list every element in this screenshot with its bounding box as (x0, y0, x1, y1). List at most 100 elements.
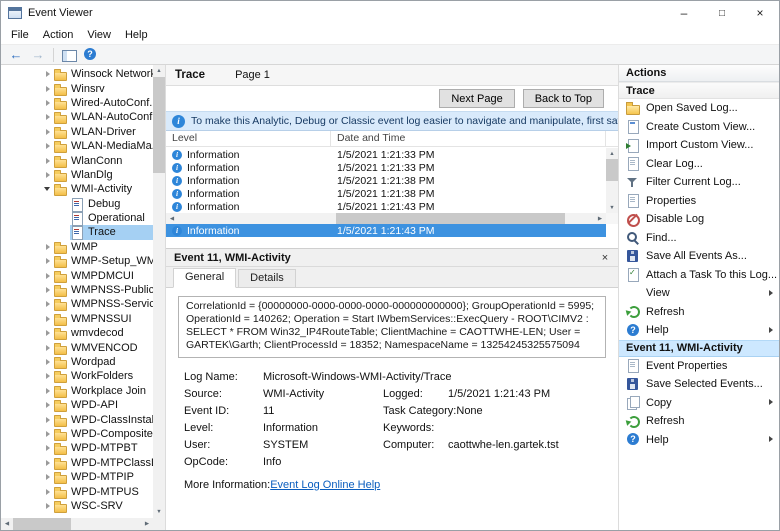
scrollbar-thumb[interactable] (153, 77, 165, 173)
tree-item[interactable]: Debug (1, 197, 153, 211)
expand-arrow-icon[interactable] (43, 184, 53, 194)
scroll-down-icon[interactable] (153, 506, 165, 518)
expand-arrow-icon[interactable] (43, 299, 53, 309)
tree-item[interactable]: WMPDMCUI (1, 268, 153, 282)
scrollbar-thumb[interactable] (13, 518, 71, 530)
action-item[interactable]: Clear Log... (619, 155, 779, 174)
tree-item[interactable]: WPD-MTPIP (1, 470, 153, 484)
expand-arrow-icon[interactable] (43, 501, 53, 511)
expand-arrow-icon[interactable] (43, 357, 53, 367)
expand-arrow-icon[interactable] (43, 271, 53, 281)
event-row[interactable]: Information 1/5/2021 1:21:33 PM (166, 148, 606, 161)
scroll-right-icon[interactable] (594, 213, 606, 224)
expand-arrow-icon[interactable] (43, 343, 53, 353)
expand-arrow-icon[interactable] (43, 242, 53, 252)
expand-arrow-icon[interactable] (43, 400, 53, 410)
scrollbar-thumb[interactable] (606, 159, 618, 181)
tree-item[interactable]: WMPNSSUI (1, 312, 153, 326)
action-item[interactable]: Import Custom View... (619, 136, 779, 155)
tree-vertical-scrollbar[interactable] (153, 65, 165, 518)
tree-item[interactable]: WMPNSS-Servic... (1, 297, 153, 311)
tree-item[interactable]: WLAN-AutoConf... (1, 110, 153, 124)
expand-arrow-icon[interactable] (43, 443, 53, 453)
expand-arrow-icon[interactable] (43, 314, 53, 324)
tree-item[interactable]: WlanDlg (1, 168, 153, 182)
expand-arrow-icon[interactable] (60, 227, 70, 237)
close-pane-icon[interactable]: × (597, 251, 613, 265)
tree-item[interactable]: Workplace Join (1, 384, 153, 398)
list-horizontal-scrollbar[interactable] (166, 213, 606, 224)
tree-item[interactable]: Wordpad (1, 355, 153, 369)
expand-arrow-icon[interactable] (43, 328, 53, 338)
expand-arrow-icon[interactable] (43, 256, 53, 266)
tree-item[interactable]: WLAN-MediaMa... (1, 139, 153, 153)
expand-arrow-icon[interactable] (60, 213, 70, 223)
list-vertical-scrollbar[interactable] (606, 148, 618, 213)
column-header[interactable]: Level (166, 131, 331, 146)
maximize-button[interactable]: □ (703, 1, 741, 25)
scrollbar-track[interactable] (565, 213, 594, 224)
expand-arrow-icon[interactable] (43, 141, 53, 151)
toolbar-button[interactable] (5, 46, 27, 64)
scrollbar-track[interactable] (178, 213, 336, 224)
tree-item[interactable]: WorkFolders (1, 369, 153, 383)
close-button[interactable]: × (741, 1, 779, 25)
scroll-right-icon[interactable] (141, 518, 153, 530)
expand-arrow-icon[interactable] (43, 386, 53, 396)
tree-item[interactable]: Winsrv (1, 81, 153, 95)
action-item[interactable]: Find... (619, 229, 779, 248)
expand-arrow-icon[interactable] (43, 487, 53, 497)
event-row[interactable]: Information 1/5/2021 1:21:43 PM (166, 224, 606, 237)
tree-item[interactable]: WMI-Activity (1, 182, 153, 196)
expand-arrow-icon[interactable] (43, 112, 53, 122)
tree-horizontal-scrollbar[interactable] (1, 518, 153, 530)
scrollbar-thumb[interactable] (336, 213, 565, 224)
tree-item[interactable]: WPD-MTPBT (1, 441, 153, 455)
scroll-up-icon[interactable] (606, 148, 618, 159)
scrollbar-track[interactable] (606, 181, 618, 202)
expand-arrow-icon[interactable] (43, 415, 53, 425)
tree-item[interactable]: WPD-Composite... (1, 427, 153, 441)
column-header[interactable]: Date and Time (331, 131, 606, 146)
action-item[interactable]: Help (619, 431, 779, 450)
scrollbar-track[interactable] (71, 518, 141, 530)
tree-item[interactable]: Winsock Network... (1, 67, 153, 81)
action-item[interactable]: Save All Events As... (619, 247, 779, 266)
menu-item[interactable]: Action (36, 27, 81, 43)
action-item[interactable]: Properties (619, 192, 779, 211)
tree-item[interactable]: WPD-MTPUS (1, 484, 153, 498)
expand-arrow-icon[interactable] (43, 285, 53, 295)
action-item[interactable]: Save Selected Events... (619, 375, 779, 394)
expand-arrow-icon[interactable] (60, 199, 70, 209)
event-log-online-help-link[interactable]: Event Log Online Help (270, 479, 380, 491)
expand-arrow-icon[interactable] (43, 429, 53, 439)
event-row[interactable]: Information 1/5/2021 1:21:43 PM (166, 200, 606, 213)
expand-arrow-icon[interactable] (43, 472, 53, 482)
tree-item[interactable]: WPD-ClassInstal... (1, 412, 153, 426)
expand-arrow-icon[interactable] (43, 98, 53, 108)
tree-item[interactable]: WPD-API (1, 398, 153, 412)
tree-item[interactable]: WPD-MTPClassD... (1, 456, 153, 470)
scrollbar-track[interactable] (153, 173, 165, 506)
event-row[interactable]: Information 1/5/2021 1:21:38 PM (166, 187, 606, 200)
tree-item[interactable]: WLAN-Driver (1, 125, 153, 139)
action-item[interactable]: Event Properties (619, 357, 779, 376)
event-description[interactable]: CorrelationId = {00000000-0000-0000-0000… (178, 296, 606, 358)
menu-item[interactable]: Help (118, 27, 155, 43)
toolbar-button[interactable] (80, 46, 102, 64)
next-page-button[interactable]: Next Page (439, 89, 514, 108)
expand-arrow-icon[interactable] (43, 69, 53, 79)
tree-item[interactable]: WSC-SRV (1, 499, 153, 513)
minimize-button[interactable]: – (665, 1, 703, 25)
expand-arrow-icon[interactable] (43, 458, 53, 468)
expand-arrow-icon[interactable] (43, 156, 53, 166)
action-item[interactable]: Copy (619, 394, 779, 413)
tree-item[interactable]: WlanConn (1, 153, 153, 167)
scroll-up-icon[interactable] (153, 65, 165, 77)
action-item[interactable]: View (619, 284, 779, 303)
scroll-down-icon[interactable] (606, 202, 618, 213)
tree-item[interactable]: wmvdecod (1, 326, 153, 340)
scroll-left-icon[interactable] (1, 518, 13, 530)
expand-arrow-icon[interactable] (43, 170, 53, 180)
actions-section-event[interactable]: Event 11, WMI-Activity (619, 340, 779, 357)
